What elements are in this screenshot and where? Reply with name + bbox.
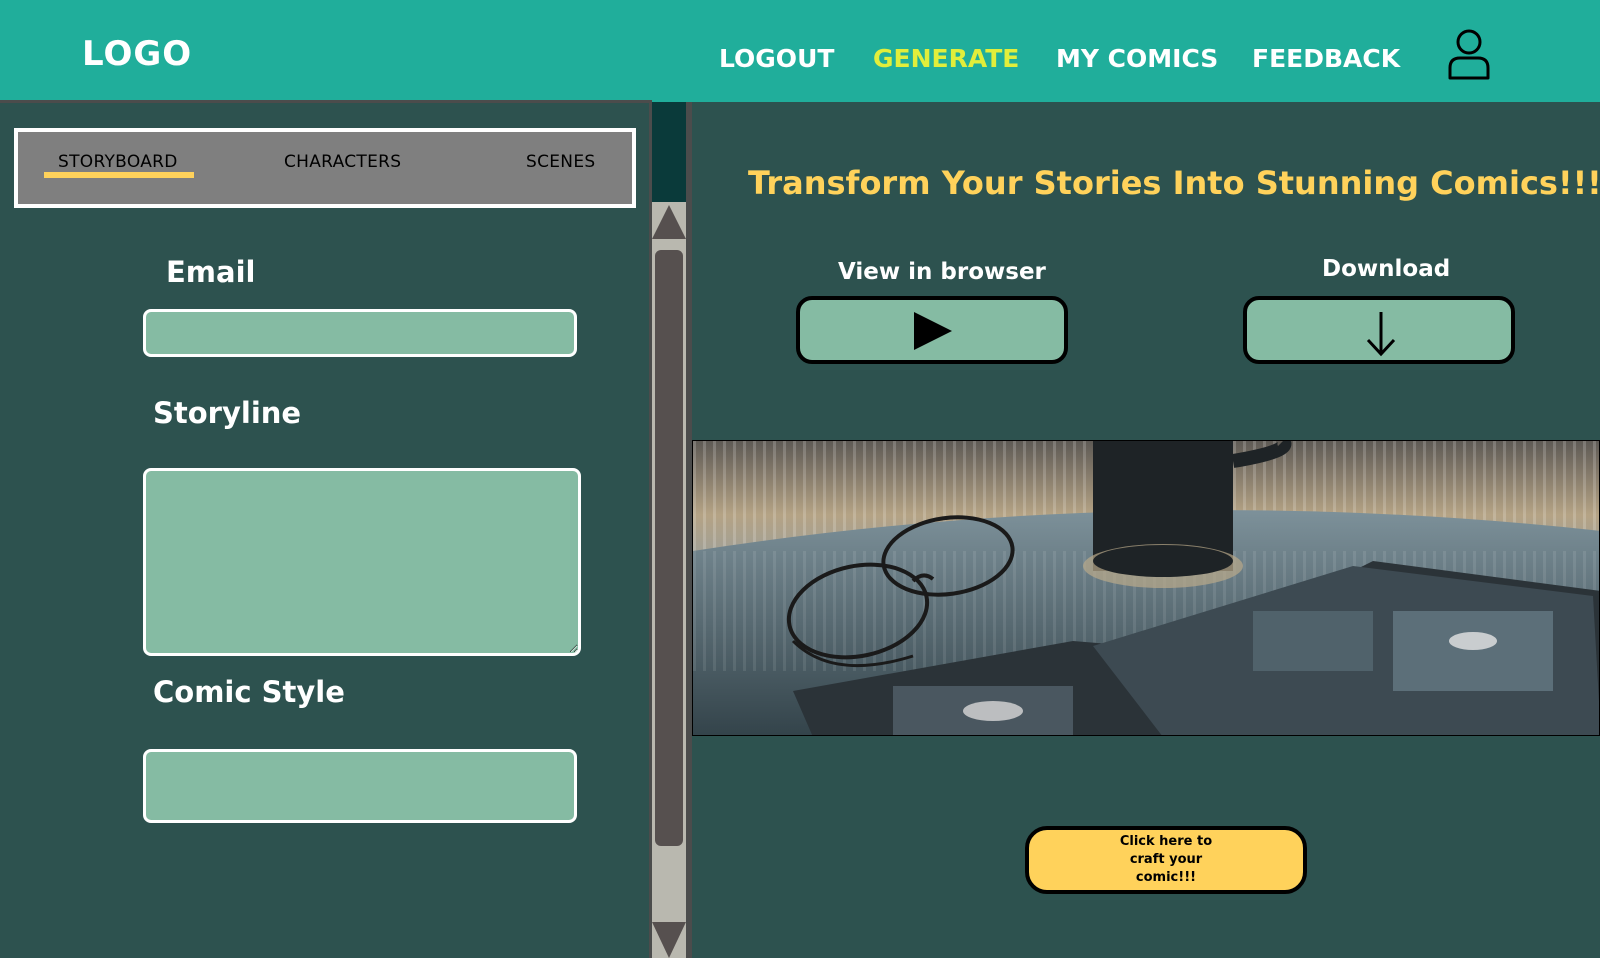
active-tab-indicator [44, 172, 194, 178]
email-label: Email [166, 255, 256, 289]
craft-comic-button-label: Click here to craft your comic!!! [1119, 834, 1213, 885]
tab-storyboard[interactable]: STORYBOARD [58, 152, 178, 172]
download-button[interactable] [1243, 296, 1515, 364]
nav-my-comics-link[interactable]: MY COMICS [1056, 44, 1218, 73]
tab-scenes[interactable]: SCENES [526, 152, 595, 172]
nav-generate-link[interactable]: GENERATE [873, 44, 1019, 73]
user-icon[interactable] [1446, 28, 1492, 82]
main-content: Transform Your Stories Into Stunning Com… [692, 102, 1600, 958]
scrollbar-top-cap [652, 102, 686, 202]
page-headline: Transform Your Stories Into Stunning Com… [748, 164, 1600, 202]
comic-style-field[interactable] [143, 749, 577, 823]
arrow-down-icon [1366, 312, 1396, 357]
scrollbar[interactable] [652, 102, 690, 958]
tab-bar: STORYBOARD CHARACTERS SCENES [14, 128, 636, 208]
play-icon [914, 312, 952, 350]
left-form-panel: STORYBOARD CHARACTERS SCENES Email Story… [0, 100, 652, 958]
storyline-label: Storyline [153, 396, 302, 430]
view-in-browser-button[interactable] [796, 296, 1068, 364]
nav-feedback-link[interactable]: FEEDBACK [1252, 44, 1400, 73]
tab-characters[interactable]: CHARACTERS [284, 152, 401, 172]
download-caption: Download [1322, 256, 1451, 282]
hero-image [692, 440, 1600, 736]
craft-comic-button[interactable]: Click here to craft your comic!!! [1025, 826, 1307, 894]
storyline-textarea[interactable] [143, 468, 581, 656]
scroll-down-arrow-icon[interactable] [652, 922, 686, 958]
top-navigation-bar: LOGO LOGOUT GENERATE MY COMICS FEEDBACK [0, 0, 1600, 102]
scroll-up-arrow-icon[interactable] [652, 205, 686, 239]
view-in-browser-caption: View in browser [838, 259, 1046, 285]
logo[interactable]: LOGO [82, 34, 192, 74]
nav-logout-link[interactable]: LOGOUT [719, 44, 834, 73]
email-field[interactable] [143, 309, 577, 357]
scrollbar-thumb[interactable] [655, 250, 683, 846]
comic-style-label: Comic Style [153, 675, 345, 709]
